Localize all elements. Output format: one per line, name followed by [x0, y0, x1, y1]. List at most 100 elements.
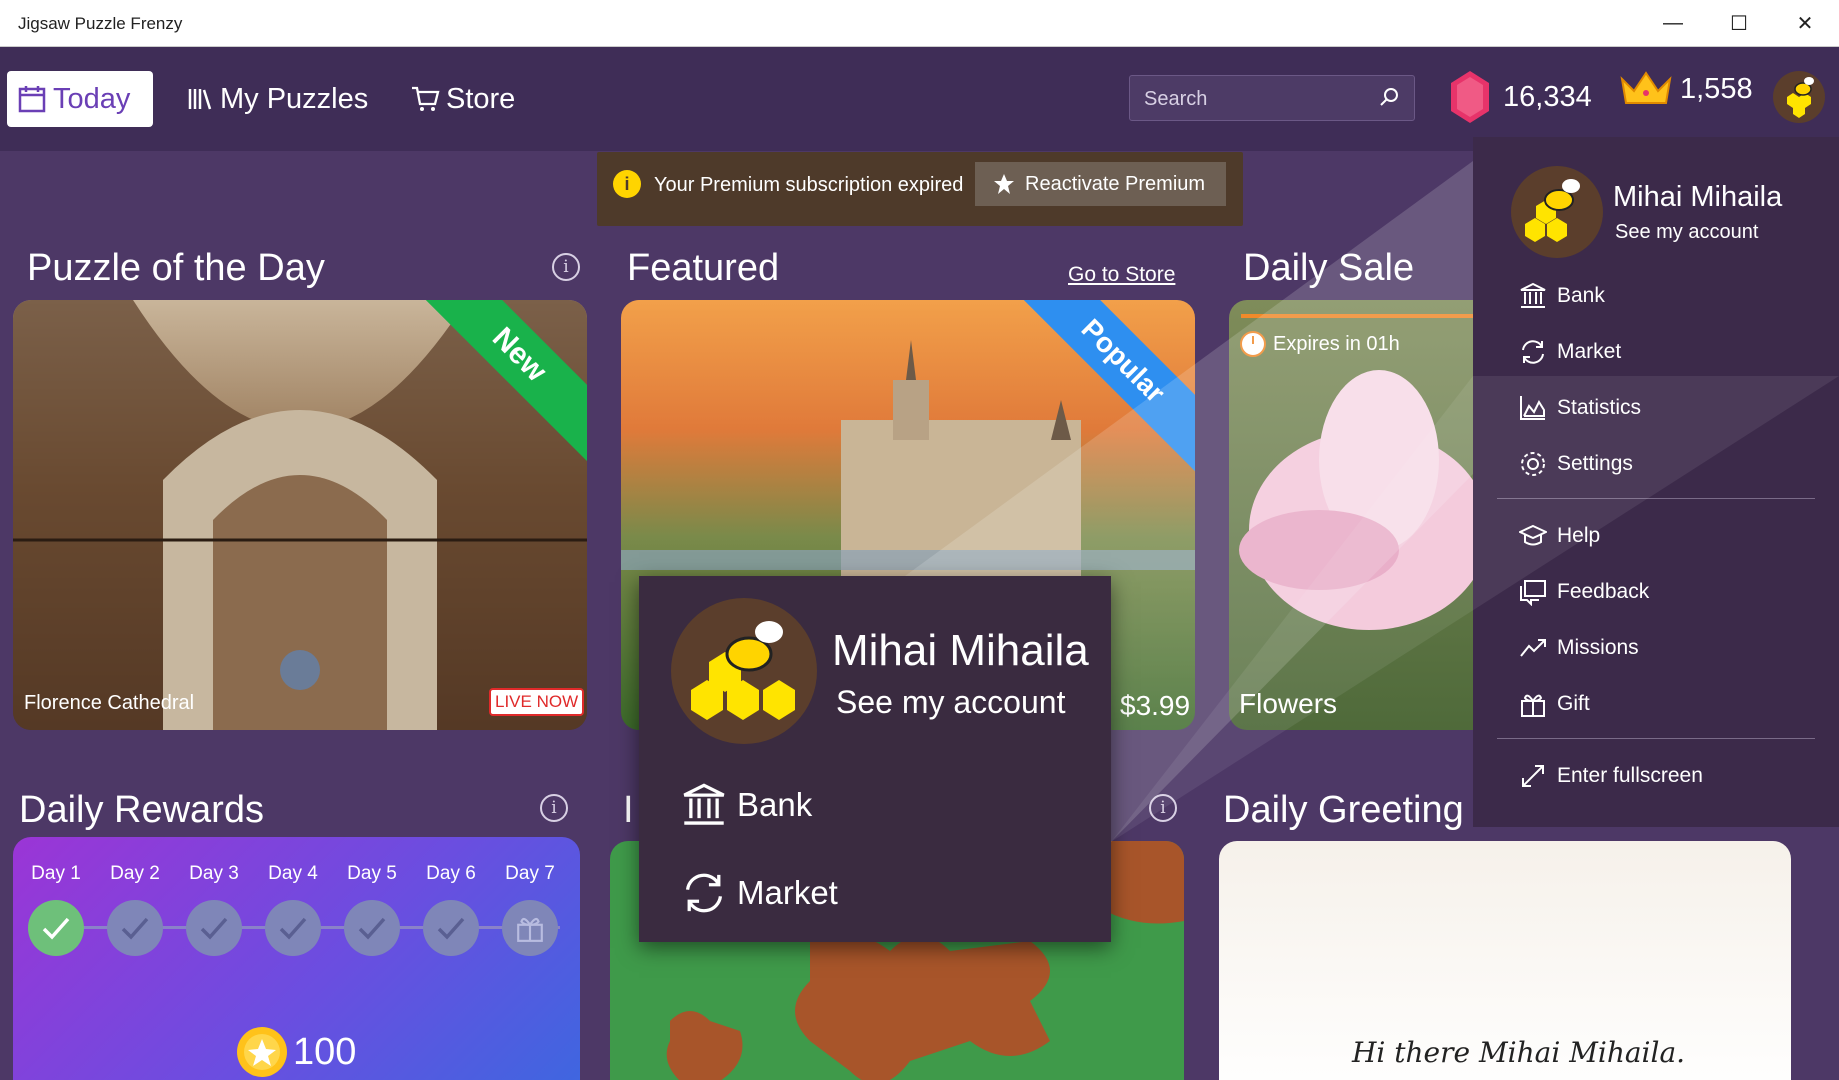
zoomed-menu-item-market[interactable]: Market	[681, 870, 838, 916]
menu-item-bank[interactable]: Bank	[1519, 276, 1605, 316]
maximize-button[interactable]: ☐	[1706, 0, 1772, 47]
reward-day-label: Day 1	[31, 863, 81, 884]
menu-user-name: Mihai Mihaila	[1613, 181, 1783, 213]
featured-price: $3.99	[1120, 690, 1191, 721]
coin-icon	[237, 1027, 287, 1077]
zoomed-menu-item-label: Bank	[737, 786, 813, 823]
nav-my-puzzles-tab[interactable]: My Puzzles	[176, 71, 378, 127]
nav-today-label: Today	[53, 82, 131, 115]
library-icon	[188, 89, 212, 110]
checkmark-icon	[200, 917, 228, 940]
menu-item-help[interactable]: Help	[1519, 516, 1600, 556]
nav-today-tab[interactable]: Today	[7, 71, 153, 127]
menu-item-settings[interactable]: Settings	[1519, 444, 1633, 484]
account-avatar-button[interactable]	[1773, 71, 1825, 123]
menu-item-label: Statistics	[1557, 396, 1642, 419]
menu-item-label: Help	[1557, 524, 1601, 547]
bank-icon	[683, 783, 725, 825]
gem-icon	[1451, 71, 1489, 123]
reward-day-circle[interactable]	[107, 900, 163, 956]
menu-item-gift[interactable]: Gift	[1519, 684, 1590, 724]
refresh-icon	[1522, 340, 1544, 364]
live-now-badge: LIVE NOW	[489, 688, 585, 716]
checkmark-icon	[42, 917, 70, 940]
window-title: Jigsaw Puzzle Frenzy	[18, 14, 183, 33]
banner-message: Your Premium subscription expired	[654, 174, 964, 196]
search-placeholder: Search	[1144, 88, 1208, 110]
minimize-button[interactable]: —	[1640, 0, 1706, 47]
close-button[interactable]: ✕	[1772, 0, 1838, 47]
menu-item-enter-fullscreen[interactable]: Enter fullscreen	[1519, 756, 1703, 796]
account-dropdown-menu: Mihai Mihaila See my account Bank Market…	[1473, 137, 1839, 827]
crown-icon	[1620, 71, 1672, 104]
gear-icon	[1521, 452, 1545, 476]
search-icon[interactable]	[1378, 86, 1400, 108]
daily-rewards-card: Day 1 Day 2 Day 3 Day 4 Day 5 Day 6 Day 7 100	[13, 837, 580, 1080]
menu-item-label: Gift	[1557, 692, 1590, 715]
nav-store-label: Store	[446, 82, 516, 115]
menu-item-market[interactable]: Market	[1519, 332, 1621, 372]
menu-item-feedback[interactable]: Feedback	[1519, 572, 1649, 612]
checkmark-icon	[437, 917, 465, 940]
menu-item-label: Bank	[1557, 284, 1605, 307]
reward-day-circle[interactable]	[186, 900, 242, 956]
see-my-account-link[interactable]: See my account	[1615, 221, 1758, 244]
reward-day-circle[interactable]	[344, 900, 400, 956]
zoomed-menu-item-label: Market	[737, 874, 838, 911]
nav-my-puzzles-label: My Puzzles	[220, 82, 369, 115]
nav-store-tab[interactable]: Store	[400, 71, 525, 127]
menu-item-label: Settings	[1557, 452, 1633, 475]
clock-icon	[1240, 331, 1266, 357]
daily-sale-title: Daily Sale	[1243, 247, 1415, 289]
reward-day-circle[interactable]	[423, 900, 479, 956]
cart-icon	[412, 86, 440, 111]
crown-count: 1,558	[1680, 72, 1753, 105]
menu-item-statistics[interactable]: Statistics	[1519, 388, 1641, 428]
checkmark-icon	[358, 917, 386, 940]
menu-item-label: Feedback	[1557, 580, 1650, 603]
reward-day-circle[interactable]	[28, 900, 84, 956]
search-input[interactable]: Search	[1129, 75, 1415, 121]
menu-item-label: Missions	[1557, 636, 1639, 659]
reactivate-premium-label: Reactivate Premium	[1025, 172, 1206, 195]
middle-section-title: I	[623, 789, 634, 831]
title-bar: Jigsaw Puzzle Frenzy — ☐ ✕	[0, 0, 1839, 47]
bee-avatar-icon	[691, 621, 795, 720]
daily-greeting-title: Daily Greeting	[1223, 789, 1464, 831]
checkmark-icon	[279, 917, 307, 940]
zoomed-see-my-account[interactable]: See my account	[836, 684, 1065, 721]
bee-avatar-icon	[1787, 77, 1814, 118]
reward-day-label: Day 7	[505, 863, 555, 884]
gem-counter[interactable]: 16,334	[1449, 69, 1592, 125]
feedback-icon	[1520, 580, 1546, 606]
daily-sale-card[interactable]: Expires in 01h Flowers	[1229, 300, 1489, 730]
bee-avatar-icon	[1525, 179, 1580, 242]
info-icon[interactable]: i	[540, 794, 568, 822]
reward-day-gift-circle[interactable]	[502, 900, 558, 956]
reward-coin-amount: 100	[293, 1030, 357, 1073]
daily-greeting-card[interactable]: Hi there Mihai Mihaila.	[1219, 841, 1791, 1080]
puzzle-of-the-day-card[interactable]: New Florence Cathedral LIVE NOW	[13, 300, 587, 730]
reward-day-label: Day 4	[268, 863, 318, 884]
reward-day-circle[interactable]	[265, 900, 321, 956]
zoomed-avatar[interactable]	[671, 598, 817, 744]
sale-caption: Flowers	[1239, 688, 1338, 719]
premium-expired-banner: i Your Premium subscription expired Reac…	[597, 152, 1243, 226]
menu-avatar[interactable]	[1511, 166, 1603, 258]
reward-day-label: Day 3	[189, 863, 239, 884]
go-to-store-link[interactable]: Go to Store	[1068, 263, 1175, 287]
calendar-icon	[18, 86, 46, 113]
puzzle-caption: Florence Cathedral	[24, 692, 195, 714]
info-icon[interactable]: i	[1149, 794, 1177, 822]
zoomed-menu-item-bank[interactable]: Bank	[681, 782, 812, 828]
menu-item-missions[interactable]: Missions	[1519, 628, 1639, 668]
featured-title: Featured	[627, 247, 780, 289]
reactivate-premium-button[interactable]: Reactivate Premium	[975, 162, 1226, 206]
gem-count: 16,334	[1503, 80, 1592, 113]
crown-counter[interactable]: 1,558	[1618, 69, 1753, 109]
chart-icon	[1520, 396, 1545, 420]
puzzle-of-the-day-title: Puzzle of the Day	[27, 247, 325, 289]
gift-icon	[1521, 694, 1545, 717]
info-icon[interactable]: i	[552, 253, 580, 281]
checkmark-icon	[121, 917, 149, 940]
